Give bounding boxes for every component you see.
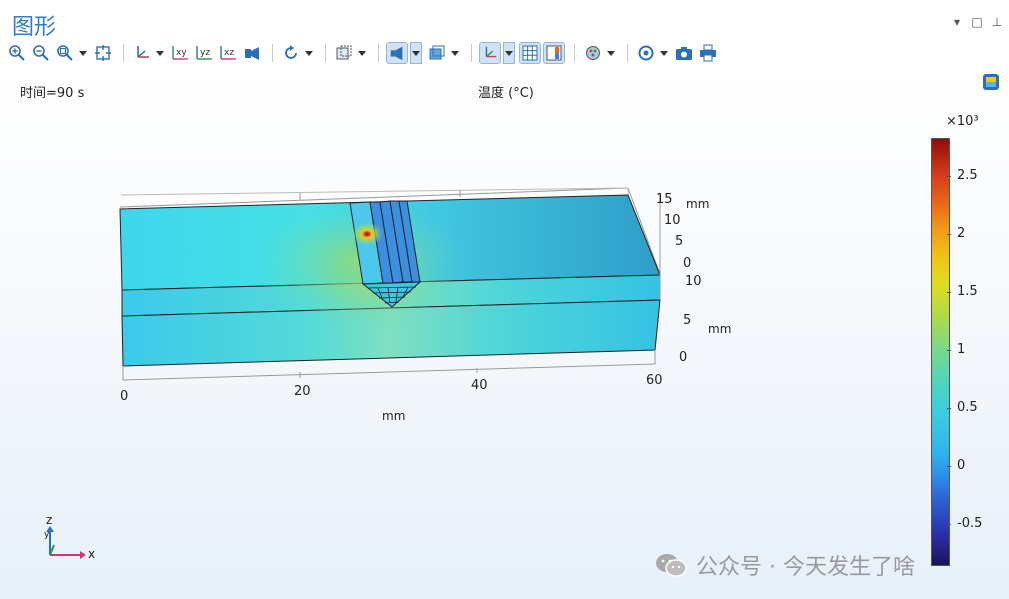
watermark: 公众号 · 今天发生了啥 bbox=[654, 549, 915, 581]
colorbar-tick-label: 2.5 bbox=[957, 168, 978, 183]
colorbar-tickmark bbox=[947, 292, 951, 293]
heat-source-hotspot bbox=[351, 222, 383, 246]
colorbar-tickmark bbox=[947, 234, 951, 235]
colorbar-exponent: ×10³ bbox=[946, 114, 979, 129]
temperature-3d-plot bbox=[46, 187, 661, 559]
triad-x-label: x bbox=[88, 547, 96, 561]
y-tick-label: 10 bbox=[664, 213, 681, 228]
colorbar-tickmark bbox=[947, 466, 951, 467]
y-tick-label: 0 bbox=[683, 256, 692, 271]
z-tick-label: 0 bbox=[679, 350, 688, 365]
z-tick-label: 5 bbox=[683, 313, 692, 328]
x-tick-label: 40 bbox=[471, 378, 488, 393]
triad-z-label: z bbox=[46, 513, 53, 527]
colorbar-tick-label: 0.5 bbox=[957, 400, 978, 415]
triad-y-label: y bbox=[44, 530, 50, 540]
colorbar-tickmark bbox=[947, 176, 951, 177]
y-tick-label: 15 bbox=[656, 192, 673, 207]
triad-x-arrow bbox=[80, 551, 86, 559]
y-tick-label: 5 bbox=[675, 234, 684, 249]
temperature-colorbar bbox=[931, 138, 950, 566]
colorbar-tickmark bbox=[947, 350, 951, 351]
colorbar-tick-label: 1.5 bbox=[957, 284, 978, 299]
wechat-icon bbox=[656, 554, 687, 577]
x-axis-unit: mm bbox=[382, 409, 406, 423]
colorbar-tick-label: 1 bbox=[957, 342, 966, 357]
colorbar-tickmark bbox=[947, 524, 951, 525]
colorbar-tick-label: 2 bbox=[957, 226, 966, 241]
colorbar-tick-label: 0 bbox=[957, 458, 966, 473]
graphics-window: 图形 ▾ □ ⊥ xy yz xz 时间=90 s 温度 (°C) 0 20 4… bbox=[0, 0, 1009, 599]
z-tick-label: 10 bbox=[685, 274, 702, 289]
colorbar-tickmark bbox=[947, 408, 951, 409]
bbox-line bbox=[120, 187, 629, 196]
watermark-text: 公众号 · 今天发生了啥 bbox=[696, 555, 915, 580]
x-tick-label: 60 bbox=[646, 373, 663, 388]
x-tick-label: 20 bbox=[294, 384, 311, 399]
bbox-line bbox=[122, 363, 656, 381]
x-tick-label: 0 bbox=[120, 389, 129, 404]
z-axis-unit: mm bbox=[708, 322, 732, 336]
colorbar-tick-label: -0.5 bbox=[957, 516, 983, 531]
y-axis-unit: mm bbox=[686, 197, 710, 211]
